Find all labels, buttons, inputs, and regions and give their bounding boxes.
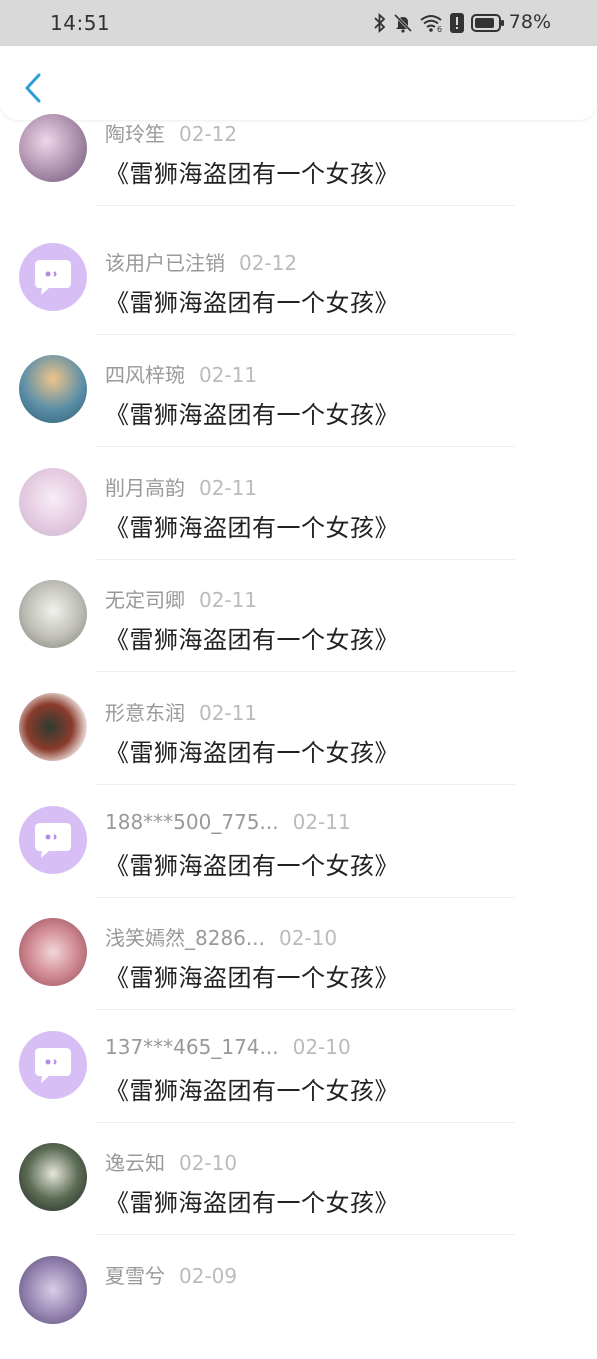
item-date: 02-12 bbox=[239, 250, 298, 275]
reader-list: 陶玲笙 02-12 《雷狮海盗团有一个女孩》 该用户已注销 02-12 《雷狮海盗团有一个… bbox=[0, 114, 597, 1359]
user-meta: 形意东润 02-11 bbox=[105, 697, 257, 726]
wifi-icon: 6 bbox=[419, 13, 443, 33]
list-item[interactable]: 削月高韵 02-11 《雷狮海盗团有一个女孩》 bbox=[0, 458, 597, 571]
divider bbox=[95, 446, 515, 448]
divider bbox=[95, 558, 515, 560]
user-meta: 该用户已注销 02-12 bbox=[105, 247, 297, 276]
avatar[interactable] bbox=[19, 918, 87, 987]
user-meta: 陶玲笙 02-12 bbox=[105, 118, 237, 147]
user-meta: 四风梓琬 02-11 bbox=[105, 359, 257, 388]
user-name: 削月高韵 bbox=[105, 475, 185, 500]
avatar[interactable] bbox=[19, 805, 87, 874]
work-title: 《雷狮海盗团有一个女孩》 bbox=[105, 288, 399, 317]
back-button[interactable] bbox=[18, 70, 48, 106]
item-date: 02-11 bbox=[292, 809, 351, 834]
item-date: 02-09 bbox=[179, 1263, 238, 1288]
user-name: 137***465_174... bbox=[105, 1034, 279, 1059]
bluetooth-icon bbox=[373, 13, 387, 33]
work-title: 《雷狮海盗团有一个女孩》 bbox=[105, 851, 399, 880]
user-name: 夏雪兮 bbox=[105, 1263, 165, 1288]
user-meta: 188***500_775... 02-11 bbox=[105, 810, 351, 834]
item-date: 02-10 bbox=[278, 926, 338, 951]
alert-icon bbox=[449, 12, 465, 34]
item-date: 02-10 bbox=[292, 1034, 351, 1059]
battery-percent: 78% bbox=[508, 11, 551, 33]
work-title: 《雷狮海盗团有一个女孩》 bbox=[105, 738, 399, 767]
list-item[interactable]: 无定司卿 02-11 《雷狮海盗团有一个女孩》 bbox=[0, 570, 597, 683]
top-nav-bar bbox=[0, 46, 597, 120]
avatar[interactable] bbox=[19, 1255, 87, 1324]
avatar[interactable] bbox=[19, 1143, 87, 1212]
user-name: 浅笑嫣然_8286... bbox=[105, 926, 265, 951]
status-time: 14:51 bbox=[50, 11, 111, 35]
user-name: 该用户已注销 bbox=[105, 250, 225, 275]
bell-muted-icon bbox=[393, 13, 413, 33]
divider bbox=[95, 333, 515, 335]
battery-icon bbox=[471, 13, 505, 33]
work-title: 《雷狮海盗团有一个女孩》 bbox=[105, 513, 399, 542]
chat-bubble-icon bbox=[35, 1047, 71, 1083]
divider bbox=[95, 1009, 515, 1011]
divider bbox=[95, 1234, 515, 1236]
divider bbox=[95, 783, 515, 785]
work-title: 《雷狮海盗团有一个女孩》 bbox=[105, 1189, 399, 1218]
divider bbox=[95, 896, 515, 898]
item-date: 02-11 bbox=[199, 363, 258, 388]
avatar[interactable] bbox=[19, 114, 87, 182]
back-arrow-icon bbox=[25, 73, 41, 103]
user-name: 四风梓琬 bbox=[105, 363, 185, 388]
avatar[interactable] bbox=[19, 467, 87, 536]
status-bar: 14:51 6 78% bbox=[0, 0, 597, 46]
list-item[interactable]: 该用户已注销 02-12 《雷狮海盗团有一个女孩》 bbox=[0, 233, 597, 346]
item-date: 02-11 bbox=[199, 475, 258, 500]
work-title: 《雷狮海盗团有一个女孩》 bbox=[105, 1076, 399, 1105]
list-item[interactable]: 四风梓琬 02-11 《雷狮海盗团有一个女孩》 bbox=[0, 345, 597, 458]
avatar[interactable] bbox=[19, 355, 87, 424]
user-meta: 削月高韵 02-11 bbox=[105, 472, 257, 501]
chat-bubble-icon bbox=[35, 259, 71, 295]
divider bbox=[95, 1121, 515, 1123]
divider bbox=[95, 671, 515, 673]
avatar[interactable] bbox=[19, 692, 87, 761]
work-title: 《雷狮海盗团有一个女孩》 bbox=[105, 964, 399, 993]
status-icons: 6 bbox=[373, 10, 505, 36]
user-name: 逸云知 bbox=[105, 1151, 165, 1176]
svg-text:6: 6 bbox=[437, 25, 442, 33]
avatar[interactable] bbox=[19, 580, 87, 649]
list-item[interactable]: 夏雪兮 02-09 bbox=[0, 1246, 597, 1359]
list-item[interactable]: 浅笑嫣然_8286... 02-10 《雷狮海盗团有一个女孩》 bbox=[0, 908, 597, 1021]
list-item[interactable]: 形意东润 02-11 《雷狮海盗团有一个女孩》 bbox=[0, 683, 597, 796]
item-date: 02-11 bbox=[199, 588, 258, 613]
item-date: 02-10 bbox=[179, 1151, 238, 1176]
user-meta: 逸云知 02-10 bbox=[105, 1147, 237, 1176]
avatar[interactable] bbox=[19, 242, 87, 311]
user-name: 形意东润 bbox=[105, 700, 185, 725]
user-name: 陶玲笙 bbox=[105, 122, 165, 146]
item-date: 02-11 bbox=[199, 700, 258, 725]
work-title: 《雷狮海盗团有一个女孩》 bbox=[105, 626, 399, 655]
user-name: 188***500_775... bbox=[105, 809, 279, 834]
item-date: 02-12 bbox=[179, 122, 238, 146]
chat-bubble-icon bbox=[35, 822, 71, 858]
user-meta: 无定司卿 02-11 bbox=[105, 584, 257, 613]
list-item[interactable]: 陶玲笙 02-12 《雷狮海盗团有一个女孩》 bbox=[0, 114, 597, 233]
user-name: 无定司卿 bbox=[105, 588, 185, 613]
user-meta: 137***465_174... 02-10 bbox=[105, 1035, 351, 1059]
user-meta: 浅笑嫣然_8286... 02-10 bbox=[105, 922, 337, 951]
list-item[interactable]: 逸云知 02-10 《雷狮海盗团有一个女孩》 bbox=[0, 1133, 597, 1246]
user-meta: 夏雪兮 02-09 bbox=[105, 1260, 237, 1289]
work-title: 《雷狮海盗团有一个女孩》 bbox=[105, 401, 399, 430]
list-item[interactable]: 188***500_775... 02-11 《雷狮海盗团有一个女孩》 bbox=[0, 796, 597, 909]
divider bbox=[95, 205, 515, 206]
work-title: 《雷狮海盗团有一个女孩》 bbox=[105, 160, 399, 188]
avatar[interactable] bbox=[19, 1030, 87, 1099]
list-item[interactable]: 137***465_174... 02-10 《雷狮海盗团有一个女孩》 bbox=[0, 1021, 597, 1134]
